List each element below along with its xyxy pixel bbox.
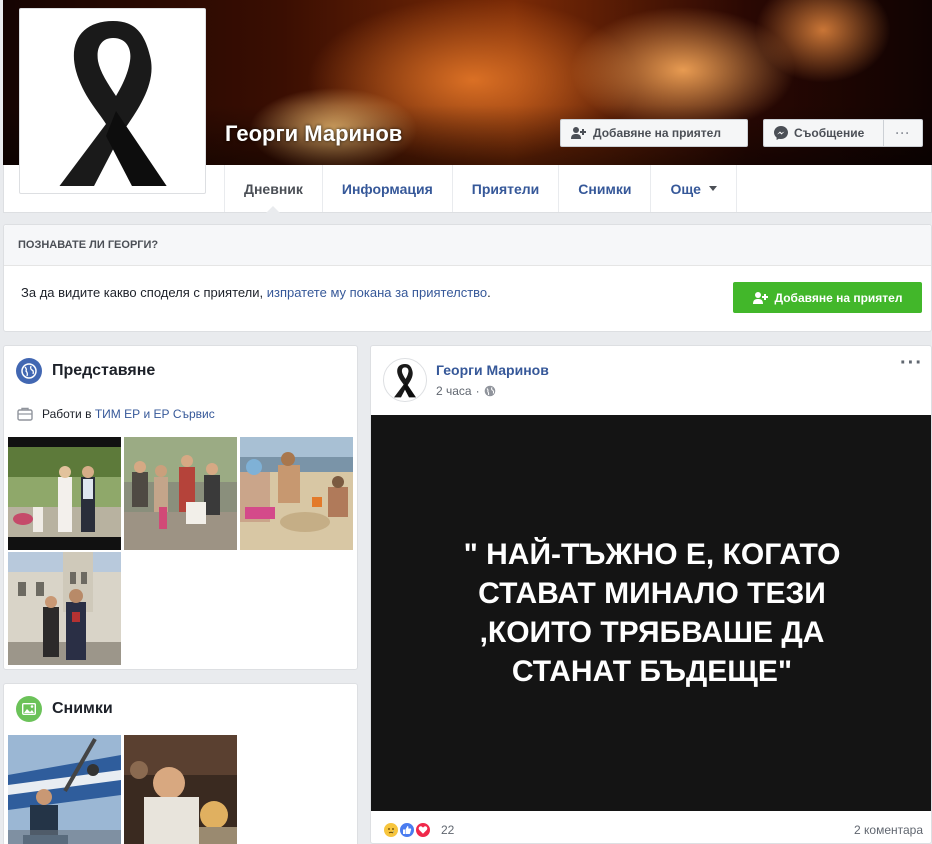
post-author-name[interactable]: Георги Маринов xyxy=(436,362,549,378)
message-button[interactable]: Съобщение xyxy=(763,119,884,147)
post-quote-text: " НАЙ-ТЪЖНО Е, КОГАТО СТАВАТ МИНАЛО ТЕЗИ… xyxy=(463,538,841,688)
add-friend-label: Добавяне на приятел xyxy=(593,126,721,140)
post-image[interactable]: " НАЙ-ТЪЖНО Е, КОГАТО СТАВАТ МИНАЛО ТЕЗИ… xyxy=(371,415,931,811)
tab-timeline[interactable]: Дневник xyxy=(224,165,322,213)
photos-title-row: Снимки xyxy=(16,696,113,722)
add-friend-icon xyxy=(752,291,768,304)
intro-title: Представяне xyxy=(52,362,156,379)
tab-photos[interactable]: Снимки xyxy=(558,165,650,212)
sad-reaction-icon xyxy=(383,822,399,838)
globe-icon xyxy=(16,358,42,384)
post-meta: 2 часа · xyxy=(436,384,496,398)
love-reaction-icon xyxy=(415,822,431,838)
message-label: Съобщение xyxy=(794,126,865,140)
tab-about[interactable]: Информация xyxy=(321,165,452,212)
like-reaction-icon xyxy=(399,822,415,838)
intro-title-row: Представяне xyxy=(16,358,155,384)
work-prefix: Работи в xyxy=(42,407,95,421)
chevron-down-icon xyxy=(708,186,717,191)
work-info: Работи в ТИМ ЕР и ЕР Сървис xyxy=(17,407,215,421)
featured-photo[interactable] xyxy=(124,437,237,550)
photo-thumbnail[interactable] xyxy=(124,735,237,844)
post-options-button[interactable]: ··· xyxy=(900,353,923,373)
add-friend-button[interactable]: Добавяне на приятел xyxy=(560,119,748,147)
know-card-text: За да видите какво споделя с приятели, и… xyxy=(21,285,491,300)
know-card-heading: ПОЗНАВАТЕ ЛИ ГЕОРГИ? xyxy=(4,225,931,266)
tab-friends-label: Приятели xyxy=(471,180,540,197)
more-options-button[interactable]: ··· xyxy=(883,119,923,147)
add-friend-green-label: Добавяне на приятел xyxy=(774,290,903,305)
photos-card: Снимки xyxy=(3,683,358,844)
photos-title: Снимки xyxy=(52,700,113,717)
meta-separator: · xyxy=(475,384,480,398)
photo-icon xyxy=(16,696,42,722)
tab-more[interactable]: Още xyxy=(650,165,737,212)
tab-timeline-label: Дневник xyxy=(244,180,303,197)
workplace-link[interactable]: ТИМ ЕР и ЕР Сървис xyxy=(95,407,215,421)
know-person-card: ПОЗНАВАТЕ ЛИ ГЕОРГИ? За да видите какво … xyxy=(3,224,932,332)
featured-photo[interactable] xyxy=(8,437,121,550)
reactions-summary[interactable]: 22 xyxy=(383,822,454,838)
profile-picture[interactable] xyxy=(19,8,206,194)
messenger-icon xyxy=(774,126,788,140)
add-friend-green-button[interactable]: Добавяне на приятел xyxy=(733,282,922,313)
globe-icon[interactable] xyxy=(484,385,496,397)
briefcase-icon xyxy=(17,407,33,421)
comments-count-link[interactable]: 2 коментара xyxy=(854,823,923,837)
featured-photo[interactable] xyxy=(8,552,121,665)
profile-name[interactable]: Георги Маринов xyxy=(225,121,402,147)
reactions-count: 22 xyxy=(441,823,455,837)
black-ribbon-icon xyxy=(394,364,416,398)
black-ribbon-icon xyxy=(59,21,167,186)
tab-about-label: Информация xyxy=(341,180,433,197)
tab-photos-label: Снимки xyxy=(578,180,632,197)
post-author-avatar[interactable] xyxy=(383,358,427,402)
know-text-before: За да видите какво споделя с приятели, xyxy=(21,285,267,300)
post-card: Георги Маринов 2 часа · ··· " НАЙ-ТЪЖНО … xyxy=(370,345,932,844)
photo-thumbnail[interactable] xyxy=(8,735,121,844)
add-friend-icon xyxy=(571,127,586,139)
tab-friends[interactable]: Приятели xyxy=(451,165,559,212)
post-footer: 22 2 коментара xyxy=(383,822,923,838)
send-friend-request-link[interactable]: изпратете му покана за приятелство xyxy=(267,285,487,300)
featured-photo[interactable] xyxy=(240,437,353,550)
tab-more-label: Още xyxy=(670,180,701,197)
intro-card: Представяне Работи в ТИМ ЕР и ЕР Сървис xyxy=(3,345,358,670)
post-time[interactable]: 2 часа xyxy=(436,384,472,398)
know-text-after: . xyxy=(487,285,491,300)
